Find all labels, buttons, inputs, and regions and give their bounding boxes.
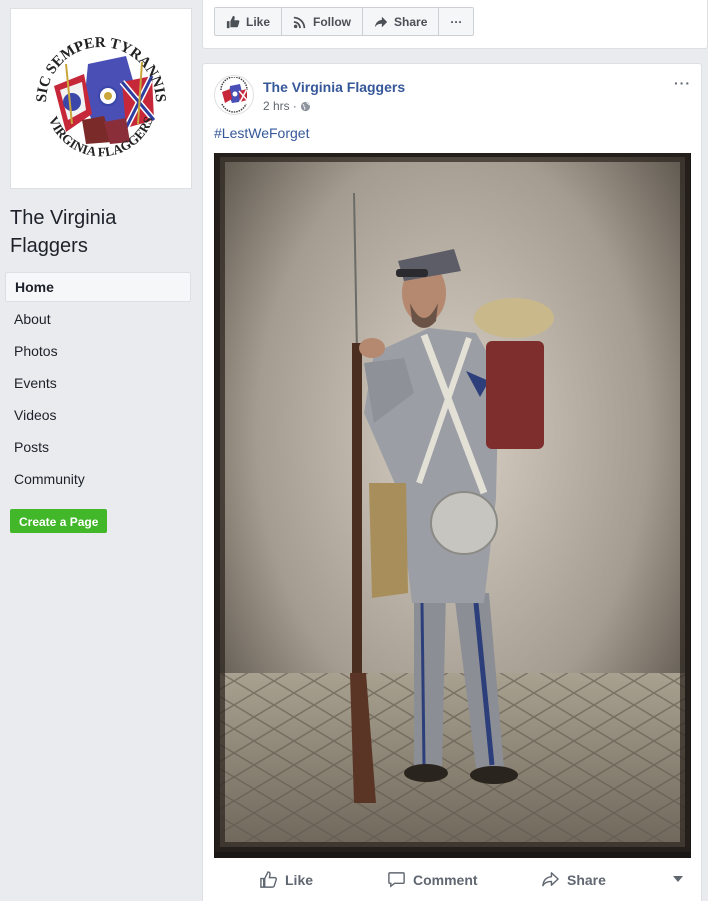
- share-arrow-icon: [374, 16, 388, 27]
- page-title: The Virginia Flaggers: [10, 207, 117, 257]
- post-author-avatar[interactable]: [214, 75, 254, 115]
- page-action-buttons: Like Follow Share ···: [214, 7, 475, 36]
- like-page-button[interactable]: Like: [215, 8, 283, 35]
- share-outline-icon: [542, 872, 559, 887]
- ellipsis-icon: ···: [450, 14, 463, 29]
- post-hashtag[interactable]: #LestWeForget: [214, 125, 309, 141]
- page-nav: Home About Photos Events Videos Posts Co…: [5, 272, 191, 496]
- nav-item-home[interactable]: Home: [5, 272, 191, 302]
- nav-item-posts[interactable]: Posts: [5, 432, 191, 462]
- post-like-label: Like: [285, 871, 314, 888]
- nav-item-community[interactable]: Community: [5, 464, 191, 494]
- thumbs-up-icon: [226, 15, 240, 28]
- comment-icon: [388, 872, 405, 888]
- follow-label: Follow: [313, 14, 352, 29]
- create-page-button[interactable]: Create a Page: [10, 509, 108, 533]
- meta-separator: ·: [292, 99, 297, 113]
- post-share-button[interactable]: Share: [541, 870, 606, 889]
- page-actions-card: Like Follow Share ···: [202, 0, 708, 49]
- share-page-button[interactable]: Share: [363, 8, 440, 35]
- post-comment-label: Comment: [413, 871, 478, 888]
- follow-button[interactable]: Follow: [282, 8, 364, 35]
- post-card: The Virginia Flaggers 2 hrs · ··· #LestW…: [202, 63, 702, 901]
- share-page-label: Share: [394, 14, 428, 29]
- profile-picture[interactable]: SIC SEMPER TYRANNIS VIRGINIA FLAGGERS: [10, 8, 192, 189]
- post-meta: 2 hrs ·: [263, 99, 311, 113]
- nav-item-events[interactable]: Events: [5, 368, 191, 398]
- virginia-flaggers-logo: SIC SEMPER TYRANNIS VIRGINIA FLAGGERS: [34, 34, 168, 158]
- post-comment-button[interactable]: Comment: [387, 870, 478, 889]
- post-photo[interactable]: [214, 153, 691, 858]
- thumbs-up-outline-icon: [260, 871, 277, 888]
- post-share-label: Share: [567, 871, 606, 888]
- nav-item-photos[interactable]: Photos: [5, 336, 191, 366]
- post-action-bar: Like Comment Share: [203, 864, 701, 894]
- post-like-button[interactable]: Like: [259, 870, 313, 889]
- rss-icon: [293, 16, 306, 28]
- post-author-name[interactable]: The Virginia Flaggers: [263, 79, 405, 95]
- like-page-label: Like: [246, 14, 271, 29]
- globe-icon: [300, 101, 310, 111]
- nav-item-about[interactable]: About: [5, 304, 191, 334]
- virginia-flaggers-logo-small: [220, 77, 248, 113]
- more-options-button[interactable]: ···: [439, 8, 473, 35]
- nav-item-videos[interactable]: Videos: [5, 400, 191, 430]
- left-column: SIC SEMPER TYRANNIS VIRGINIA FLAGGERS Th…: [0, 0, 200, 901]
- post-timestamp[interactable]: 2 hrs: [263, 99, 290, 113]
- share-options-caret-icon[interactable]: [673, 876, 683, 882]
- confederate-soldier-photo: [214, 153, 691, 858]
- post-options-icon[interactable]: ···: [674, 75, 691, 91]
